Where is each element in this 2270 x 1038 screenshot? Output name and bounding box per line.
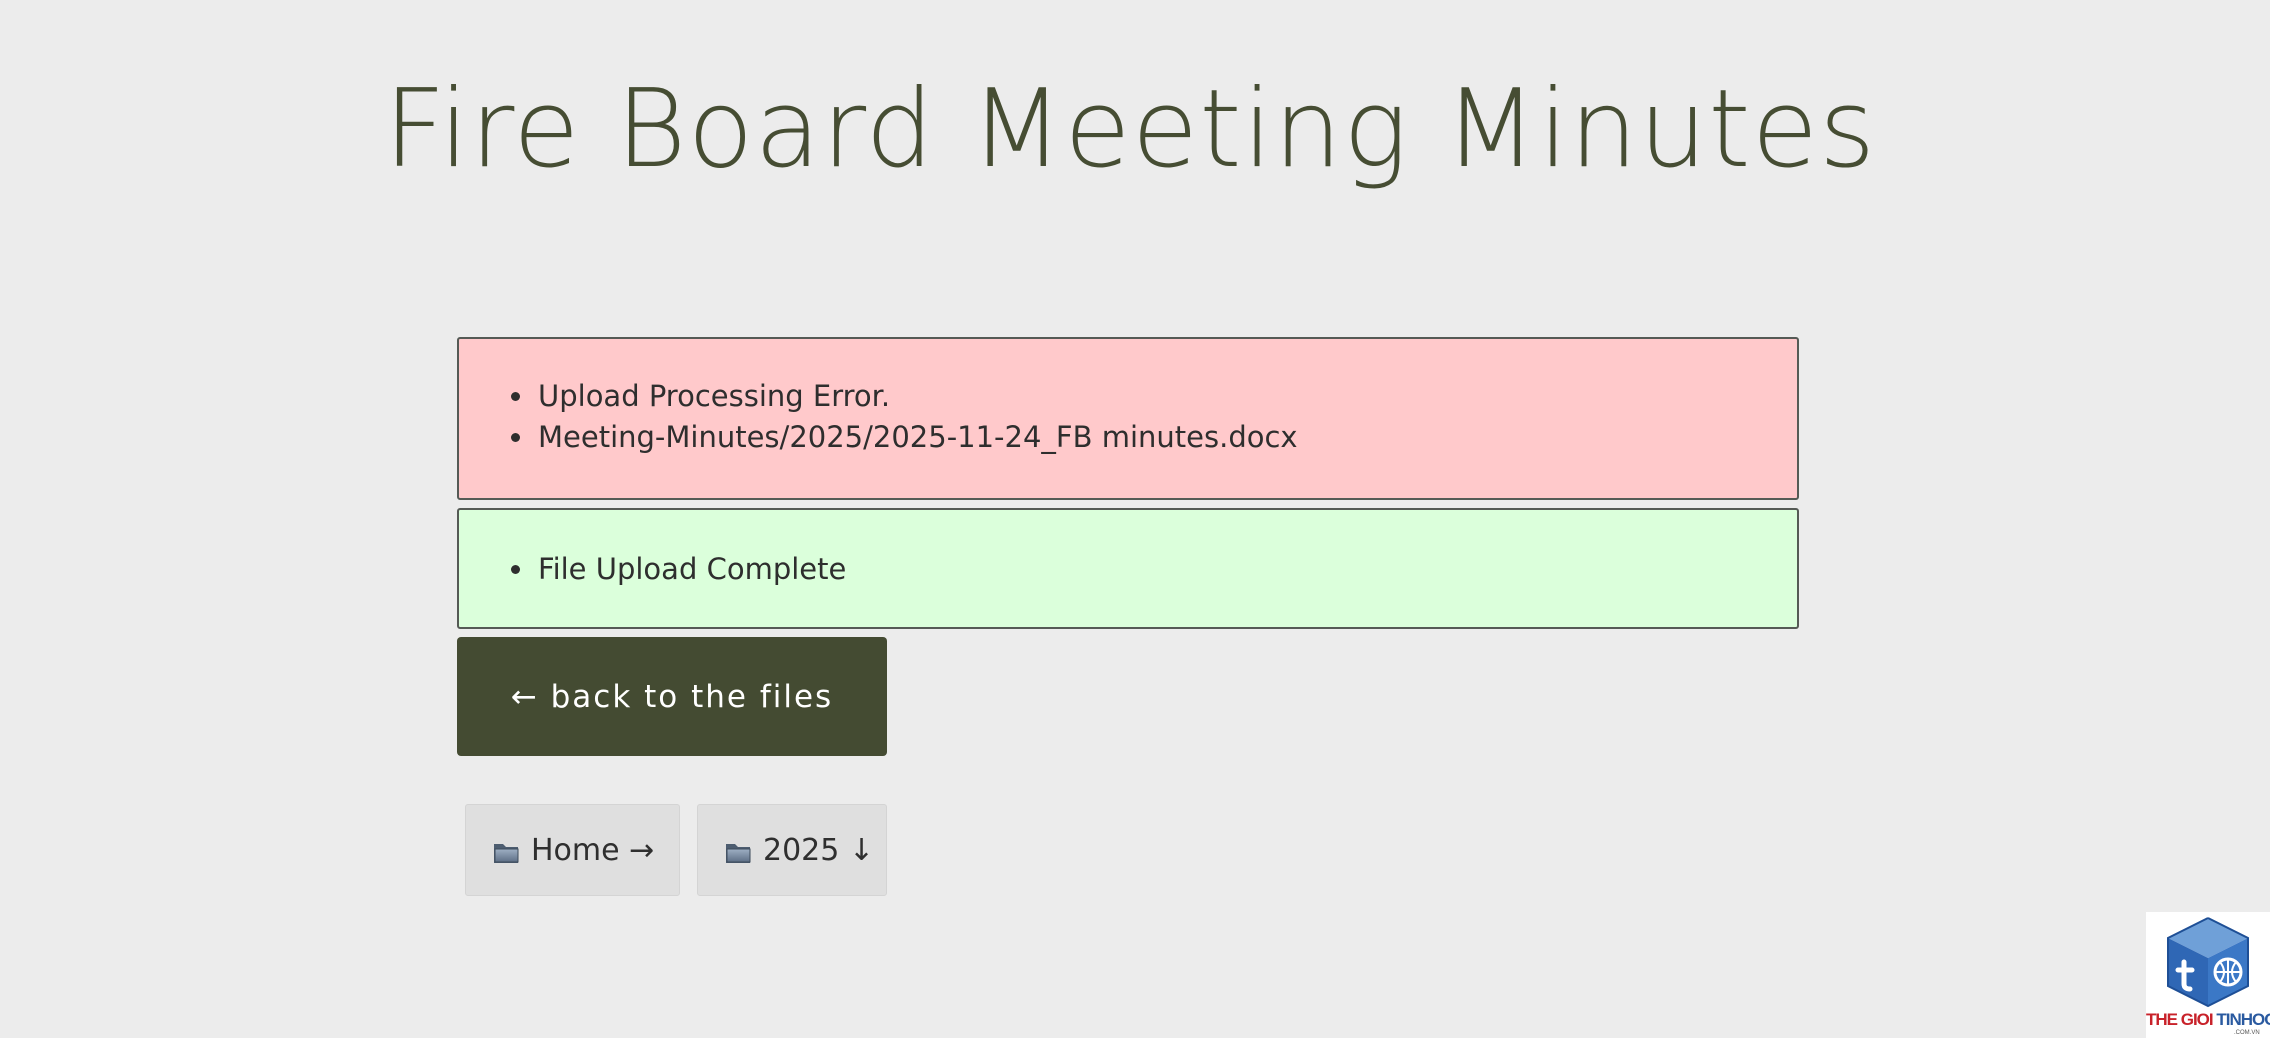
error-file-path: Meeting-Minutes/2025/2025-11-24_FB minut… xyxy=(536,417,1797,458)
breadcrumb-2025[interactable]: 2025 ↓ xyxy=(697,804,887,896)
back-to-files-button[interactable]: ← back to the files xyxy=(457,637,887,756)
watermark-brand: THE GIOI TINHOC xyxy=(2146,1010,2270,1029)
watermark-sub: .COM.VN xyxy=(2234,1030,2260,1036)
success-alert: File Upload Complete xyxy=(457,508,1799,629)
error-alert: Upload Processing Error. Meeting-Minutes… xyxy=(457,337,1799,500)
error-message: Upload Processing Error. xyxy=(536,376,1797,417)
page-title: Fire Board Meeting Minutes xyxy=(383,67,1877,192)
success-message: File Upload Complete xyxy=(536,549,1797,590)
success-list: File Upload Complete xyxy=(459,549,1797,590)
watermark-logo: THE GIOI TINHOC .COM.VN xyxy=(2146,912,2270,1038)
folder-icon xyxy=(492,838,520,863)
breadcrumb-home-label: Home → xyxy=(531,832,655,868)
cube-logo-icon xyxy=(2167,917,2249,1008)
error-list: Upload Processing Error. Meeting-Minutes… xyxy=(459,376,1797,458)
breadcrumb-home[interactable]: Home → xyxy=(465,804,680,896)
folder-icon xyxy=(724,838,752,863)
breadcrumb-2025-label: 2025 ↓ xyxy=(763,832,875,868)
